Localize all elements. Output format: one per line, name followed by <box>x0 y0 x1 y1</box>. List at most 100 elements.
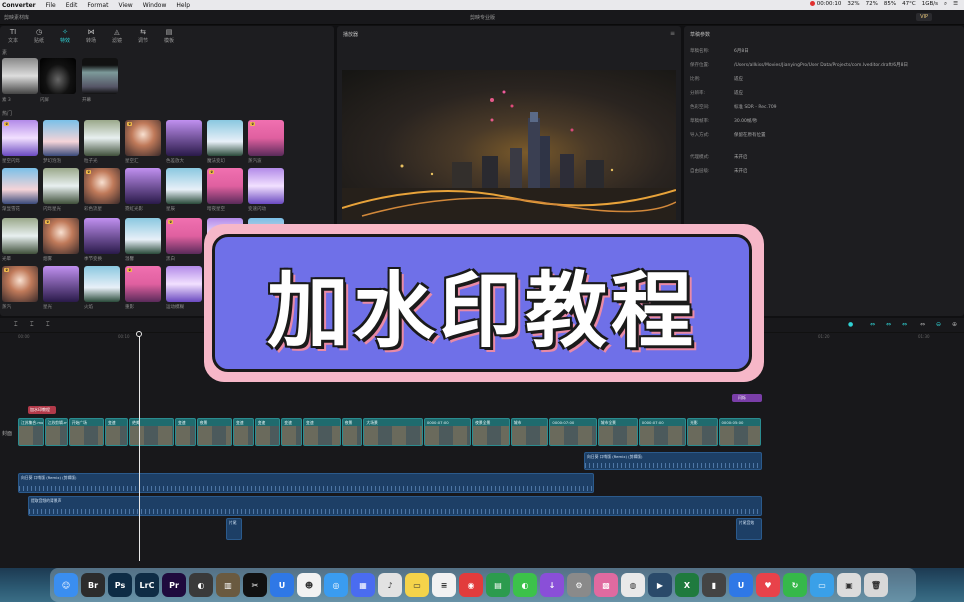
heart-icon[interactable]: ♥ <box>756 573 780 597</box>
tool-transition[interactable]: ⋈ 转场 <box>80 28 102 44</box>
cover-label[interactable]: 封面 <box>2 430 12 437</box>
split-left-icon[interactable]: ⌶ <box>46 321 50 329</box>
video-clip[interactable]: 光影 <box>687 418 718 446</box>
trash-icon[interactable]: 🗑 <box>864 573 888 597</box>
photoshop-icon[interactable]: Ps <box>108 573 132 597</box>
effect-thumb[interactable] <box>166 266 202 302</box>
effect-thumb[interactable]: ♛ <box>166 218 202 254</box>
effect-clip[interactable]: 闪烁 <box>732 394 762 402</box>
effect-thumb[interactable]: ♛ <box>207 168 243 204</box>
link-icon[interactable]: ⇔ <box>870 321 875 328</box>
safari-icon[interactable]: ◎ <box>324 573 348 597</box>
notes-icon[interactable]: ▭ <box>405 573 429 597</box>
menu-format[interactable]: Format <box>87 2 108 9</box>
menu-help[interactable]: Help <box>176 2 190 9</box>
zoom-out-icon[interactable]: ⊖ <box>936 321 941 328</box>
video-clip[interactable]: 0000:07:00 <box>423 418 472 446</box>
excel-icon[interactable]: X <box>675 573 699 597</box>
video-clip[interactable]: 城市全景 <box>597 418 638 446</box>
record-indicator[interactable]: 00:00:10 <box>809 1 841 8</box>
video-clip[interactable]: 夜景全景 <box>472 418 510 446</box>
effect-thumb[interactable]: ♛ <box>2 120 38 156</box>
tool-effects[interactable]: ✧ 特效 <box>54 28 76 44</box>
video-clip[interactable]: 变速 <box>175 418 196 446</box>
tool-sticker[interactable]: ◷ 贴纸 <box>28 28 50 44</box>
player-icon[interactable]: ▶ <box>648 573 672 597</box>
menu-edit[interactable]: Edit <box>66 2 78 9</box>
menu-view[interactable]: View <box>118 2 132 9</box>
effect-thumb[interactable] <box>2 168 38 204</box>
control-center-icon[interactable]: ☰ <box>953 1 958 8</box>
audio-clip[interactable]: 片尾音效 <box>736 518 762 540</box>
video-clip[interactable]: 变速 <box>104 418 129 446</box>
effect-thumb[interactable] <box>166 120 202 156</box>
premiere-icon[interactable]: Pr <box>162 573 186 597</box>
video-clip[interactable]: 夜景 <box>341 418 363 446</box>
video-clip[interactable]: 变速 <box>281 418 303 446</box>
refresh-icon[interactable]: ↻ <box>783 573 807 597</box>
audio-clip[interactable]: 向日葵 口哨版 (Remix) (剪辑版) <box>584 452 762 470</box>
effect-thumb[interactable] <box>84 218 120 254</box>
tool-template[interactable]: ▤ 模板 <box>158 28 180 44</box>
chrome-icon[interactable]: ◍ <box>621 573 645 597</box>
davinci-icon[interactable]: ◐ <box>189 573 213 597</box>
folder-icon[interactable]: ▭ <box>810 573 834 597</box>
vip-badge[interactable]: VIP <box>916 13 932 21</box>
video-clip[interactable]: 0000:05:00 <box>718 418 761 446</box>
tool-text[interactable]: TI 文本 <box>2 28 24 44</box>
video-clip[interactable]: 0000:07:00 <box>549 418 597 446</box>
security-icon[interactable]: U <box>729 573 753 597</box>
capcut-icon[interactable]: ✂ <box>243 573 267 597</box>
effect-thumb[interactable]: ♛ <box>43 218 79 254</box>
grid-icon[interactable]: ▦ <box>351 573 375 597</box>
playhead[interactable] <box>136 331 142 561</box>
effect-thumb[interactable] <box>2 218 38 254</box>
video-clip[interactable]: 绝美 <box>129 418 174 446</box>
app-menu[interactable]: Converter <box>2 2 36 9</box>
preview-axis-icon[interactable]: ⇔ <box>920 321 925 328</box>
search-icon[interactable]: ⌕ <box>944 1 947 8</box>
bridge-icon[interactable]: Br <box>81 573 105 597</box>
audio-clip[interactable]: 向日葵 口哨版 (Remix) (剪辑版) <box>18 473 594 493</box>
launchpad-icon[interactable]: ▩ <box>594 573 618 597</box>
menu-icon[interactable]: ≡ <box>670 30 675 37</box>
qq-icon[interactable]: ☻ <box>297 573 321 597</box>
lightroom-icon[interactable]: LrC <box>135 573 159 597</box>
finder-icon[interactable]: ☺ <box>54 573 78 597</box>
effect-thumb[interactable] <box>40 58 76 94</box>
video-clip[interactable]: 开始广场 <box>68 418 104 446</box>
archive-icon[interactable]: ▥ <box>216 573 240 597</box>
effect-thumb[interactable] <box>125 168 161 204</box>
effect-thumb[interactable] <box>43 168 79 204</box>
split-icon[interactable]: ⌶ <box>30 321 34 329</box>
video-clip[interactable]: 大场景 <box>363 418 423 446</box>
screen-icon[interactable]: ▣ <box>837 573 861 597</box>
shield-icon[interactable]: U <box>270 573 294 597</box>
effect-thumb[interactable] <box>84 120 120 156</box>
video-preview[interactable] <box>342 70 676 220</box>
effect-thumb[interactable] <box>82 58 118 94</box>
audio-clip[interactable]: 片尾 <box>226 518 242 540</box>
menu-window[interactable]: Window <box>143 2 167 9</box>
effect-thumb[interactable] <box>125 218 161 254</box>
menu-file[interactable]: File <box>46 2 56 9</box>
snap-icon[interactable]: ⇔ <box>902 321 907 328</box>
settings-icon[interactable]: ⚙ <box>567 573 591 597</box>
wechat-icon[interactable]: ◐ <box>513 573 537 597</box>
tool-adjust[interactable]: ⇆ 调节 <box>132 28 154 44</box>
effect-thumb[interactable]: ♛ <box>2 266 38 302</box>
effect-thumb[interactable] <box>248 168 284 204</box>
effect-thumb[interactable] <box>43 120 79 156</box>
video-clip[interactable]: 城市 <box>510 418 549 446</box>
video-clip[interactable]: 变速 <box>254 418 281 446</box>
effect-thumb[interactable] <box>2 58 38 94</box>
music-icon[interactable]: ♪ <box>378 573 402 597</box>
effect-thumb[interactable]: ♛ <box>125 120 161 156</box>
netease-icon[interactable]: ◉ <box>459 573 483 597</box>
reader-icon[interactable]: ▮ <box>702 573 726 597</box>
video-clip[interactable]: 江苏剪辑.mov <box>44 418 68 446</box>
effect-thumb[interactable] <box>166 168 202 204</box>
effect-thumb[interactable]: ♛ <box>125 266 161 302</box>
tool-filter[interactable]: ◬ 滤镜 <box>106 28 128 44</box>
download-icon[interactable]: ↓ <box>540 573 564 597</box>
